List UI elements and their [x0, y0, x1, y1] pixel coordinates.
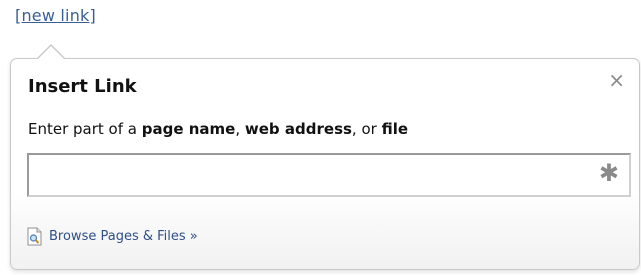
instruction-prefix: Enter part of a — [28, 120, 142, 138]
required-asterisk-icon: ✱ — [598, 159, 619, 187]
instruction-term-page-name: page name — [141, 120, 236, 138]
new-link[interactable]: [new link] — [15, 6, 96, 25]
instruction-term-file: file — [381, 120, 409, 138]
close-icon[interactable]: × — [608, 70, 625, 90]
popup-pointer — [37, 46, 65, 60]
instruction-separator: , or — [351, 120, 382, 138]
link-input-box: ✱ — [27, 153, 631, 197]
browse-pages-files-link[interactable]: Browse Pages & Files » — [27, 225, 198, 247]
browse-label: Browse Pages & Files » — [49, 228, 198, 244]
page: [new link] Insert Link × Enter part of a… — [0, 0, 641, 275]
instruction-term-web-address: web address — [244, 120, 352, 138]
instruction-text: Enter part of a page name, web address, … — [28, 120, 408, 138]
document-search-icon — [27, 227, 43, 246]
insert-link-dialog: Insert Link × Enter part of a page name,… — [10, 58, 640, 270]
link-input[interactable] — [29, 155, 605, 195]
dialog-title: Insert Link — [28, 76, 137, 97]
instruction-separator: , — [235, 120, 245, 138]
